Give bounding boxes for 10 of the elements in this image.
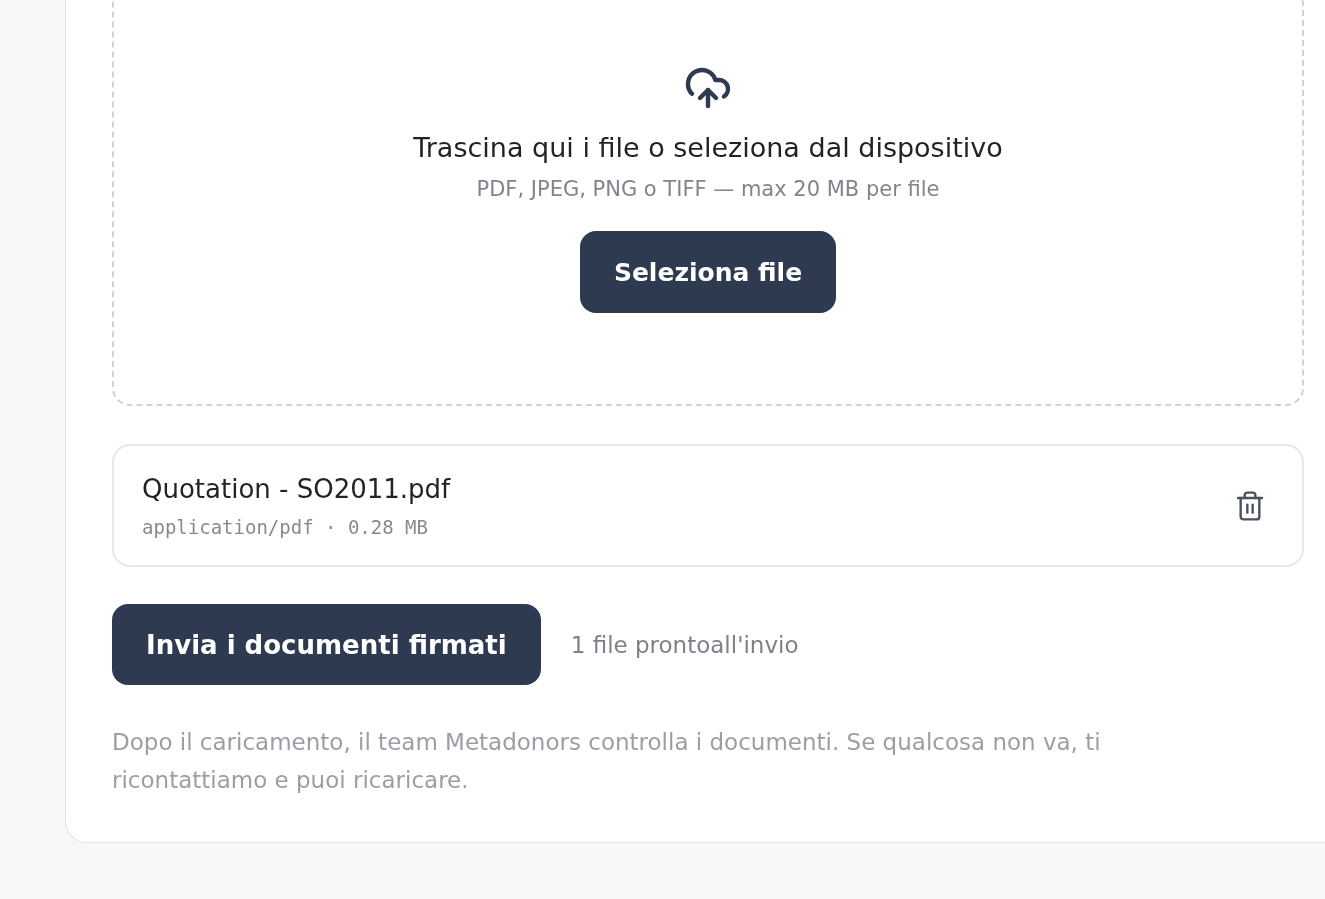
status-text: 1 file prontoall'invio	[570, 631, 799, 658]
file-name: Quotation - SO2011.pdf	[142, 473, 451, 504]
submit-button[interactable]: Invia i documenti firmati	[112, 604, 541, 685]
select-file-button[interactable]: Seleziona file	[579, 231, 837, 313]
file-meta: application/pdf · 0.28 MB	[142, 515, 429, 538]
file-format-hint: PDF, JPEG, PNG o TIFF — max 20 MB per file	[476, 177, 940, 201]
drop-zone-title: Trascina qui i file o seleziona dal dispositivo	[413, 132, 1003, 163]
info-note: Dopo il caricamento, il team Metadonors controlla i documenti. Se qualcosa non va, ti ricontattiamo e puoi ricaricare.	[112, 728, 1102, 795]
trash-icon[interactable]	[1234, 489, 1266, 522]
drop-zone[interactable]: Trascina qui i file o seleziona dal dispositivo PDF, JPEG, PNG o TIFF — max 20 MB per file Seleziona file	[112, 0, 1304, 406]
